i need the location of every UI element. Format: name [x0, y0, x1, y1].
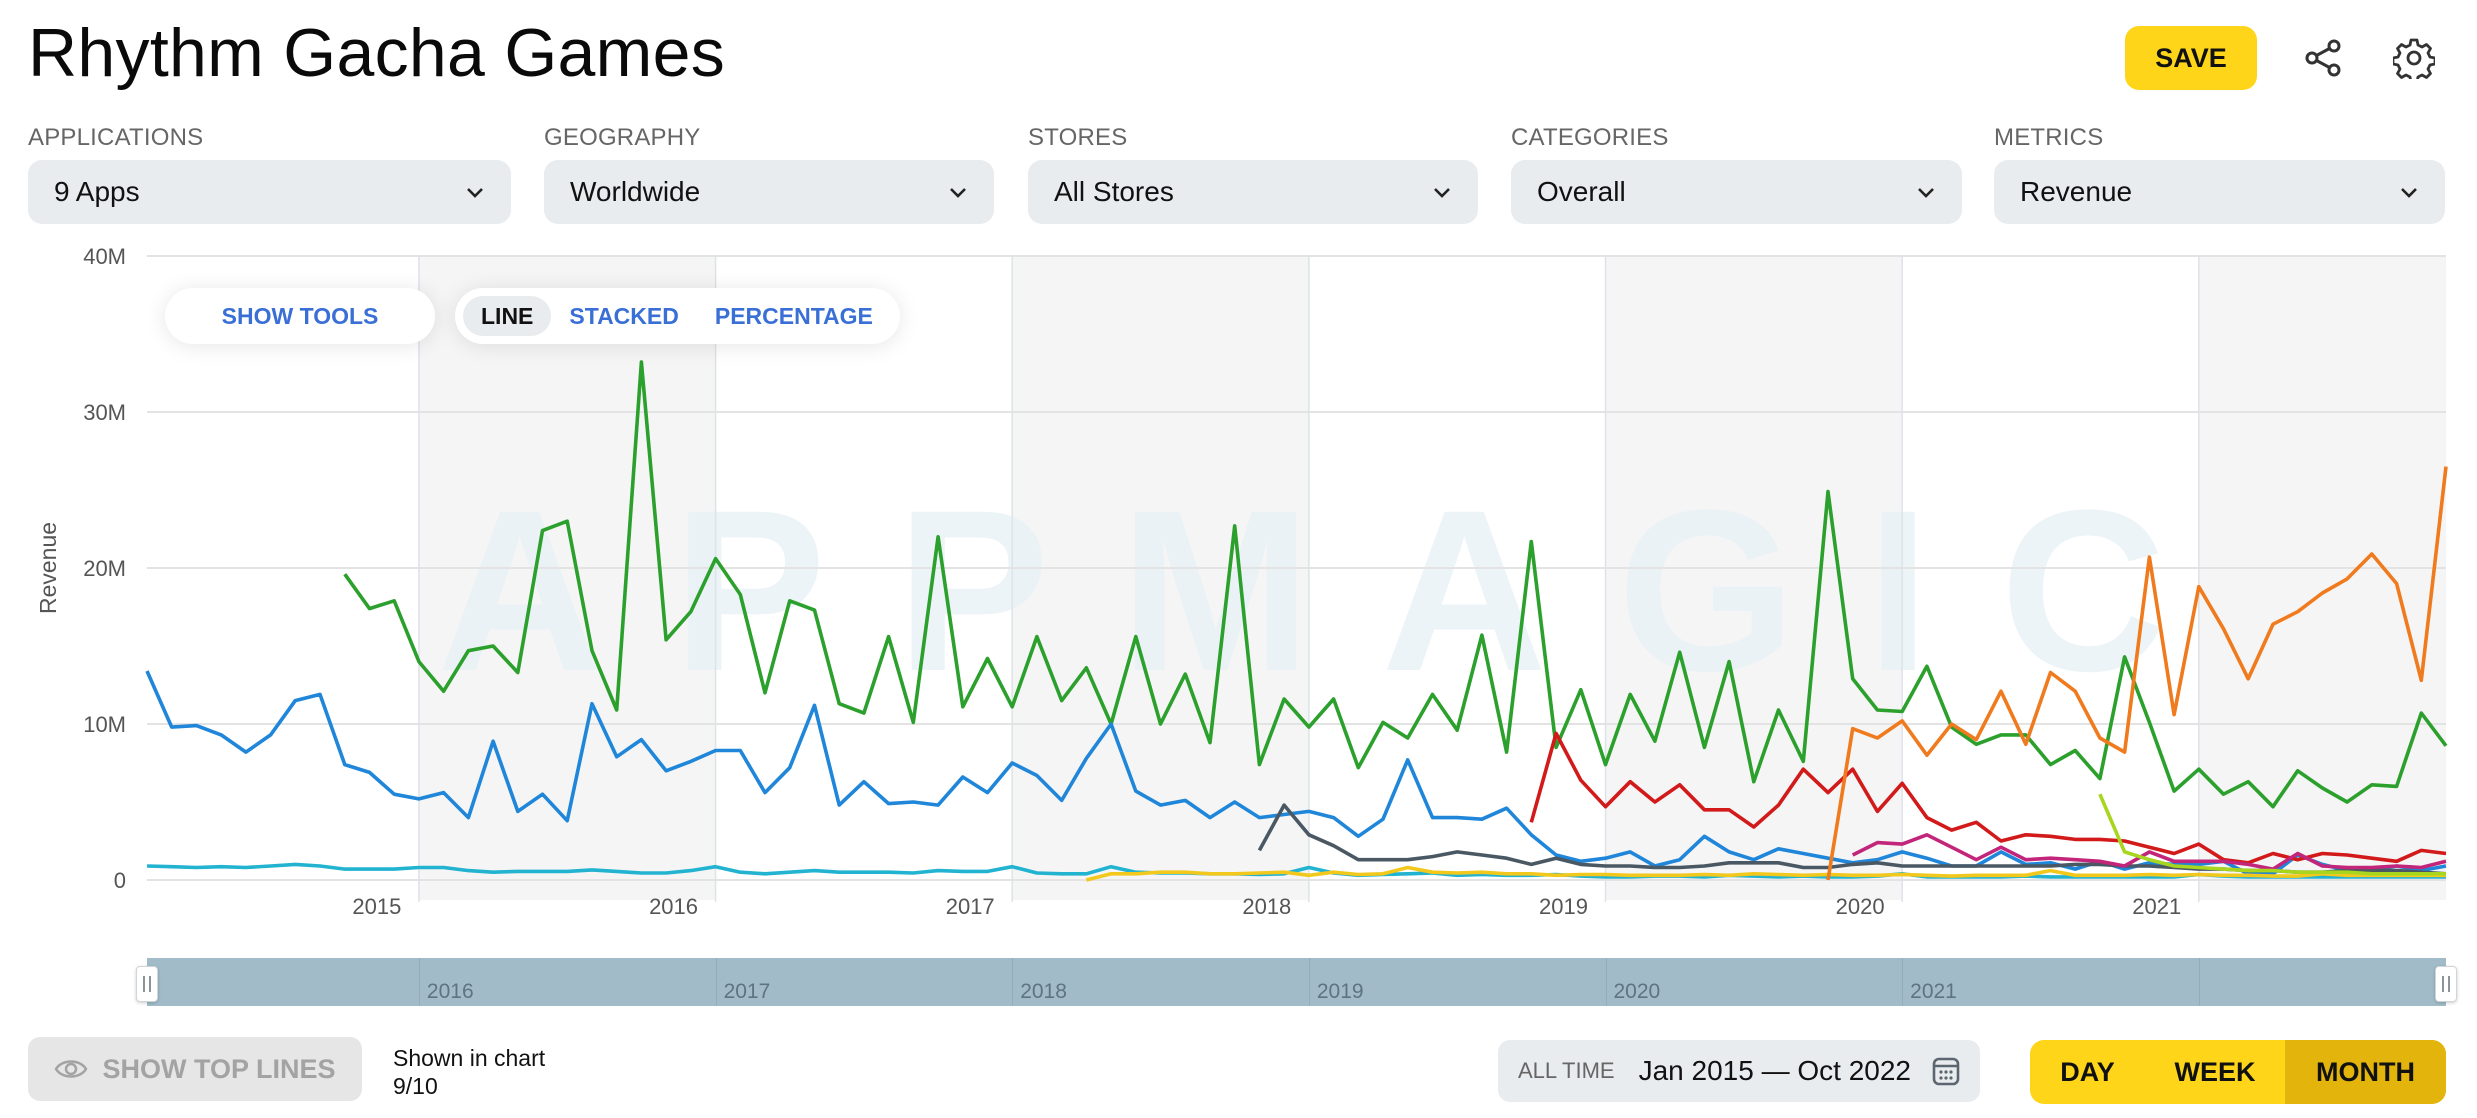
settings-button[interactable]	[2388, 32, 2440, 84]
filter-stores: STORES All Stores	[1028, 124, 1478, 224]
shown-in-chart-label: Shown in chart	[393, 1045, 546, 1071]
gear-icon	[2393, 38, 2435, 79]
period-toggle: DAY WEEK MONTH	[2030, 1040, 2446, 1104]
save-button[interactable]: SAVE	[2125, 26, 2257, 90]
categories-dropdown[interactable]: Overall	[1511, 160, 1962, 224]
x-tick-label: 2015	[352, 894, 401, 919]
filter-label: APPLICATIONS	[28, 124, 204, 151]
show-tools-button[interactable]: SHOW TOOLS	[204, 296, 397, 336]
page-title: Rhythm Gacha Games	[28, 15, 725, 91]
period-week-button[interactable]: WEEK	[2145, 1040, 2285, 1104]
y-tick-label: 30M	[83, 400, 126, 425]
x-tick-label: 2019	[1539, 894, 1588, 919]
y-tick-label: 0	[114, 868, 126, 893]
geography-dropdown[interactable]: Worldwide	[544, 160, 994, 224]
dropdown-value: 9 Apps	[54, 176, 140, 207]
navigator-gridline	[2198, 958, 2200, 1006]
navigator-gridline	[1012, 958, 1014, 1006]
navigator-year-label: 2017	[723, 980, 771, 1003]
chevron-down-icon	[1918, 188, 1934, 198]
mode-stacked-button[interactable]: STACKED	[551, 296, 696, 336]
show-tools-pill: SHOW TOOLS	[165, 288, 435, 344]
dropdown-value: Overall	[1537, 176, 1626, 207]
navigator-year-label: 2016	[426, 980, 474, 1003]
x-tick-label: 2017	[946, 894, 995, 919]
date-range-value: Jan 2015 — Oct 2022	[1638, 1055, 1911, 1086]
metrics-dropdown[interactable]: Revenue	[1994, 160, 2445, 224]
navigator-gridline	[1308, 958, 1310, 1006]
chevron-down-icon	[467, 188, 483, 198]
eye-icon	[55, 1060, 88, 1078]
stores-dropdown[interactable]: All Stores	[1028, 160, 1478, 224]
navigator-gridline	[418, 958, 420, 1006]
watermark: APPMAGIC	[437, 462, 2237, 719]
filter-geography: GEOGRAPHY Worldwide	[544, 124, 994, 224]
navigator-gridline	[1605, 958, 1607, 1006]
dropdown-value: Worldwide	[570, 176, 701, 207]
chart-mode-toggle: LINE STACKED PERCENTAGE	[455, 288, 900, 344]
navigator-year-label: 2021	[1910, 980, 1957, 1003]
navigator-left-handle[interactable]	[136, 966, 158, 1002]
filter-applications: APPLICATIONS 9 Apps	[28, 124, 511, 224]
show-top-lines-button[interactable]: SHOW TOP LINES	[28, 1037, 362, 1101]
date-range-preset: ALL TIME	[1518, 1058, 1615, 1083]
x-tick-label: 2021	[2132, 894, 2181, 919]
share-button[interactable]	[2297, 32, 2349, 84]
chevron-down-icon	[950, 188, 966, 198]
navigator-gridline	[715, 958, 717, 1006]
filter-label: GEOGRAPHY	[544, 124, 701, 151]
period-day-button[interactable]: DAY	[2030, 1040, 2145, 1104]
date-range-picker[interactable]: ALL TIME Jan 2015 — Oct 2022	[1498, 1040, 1980, 1102]
chevron-down-icon	[1434, 188, 1450, 198]
x-tick-label: 2020	[1836, 894, 1885, 919]
filter-metrics: METRICS Revenue	[1994, 124, 2445, 224]
navigator-right-handle[interactable]	[2435, 966, 2457, 1002]
mode-percentage-button[interactable]: PERCENTAGE	[697, 296, 891, 336]
applications-dropdown[interactable]: 9 Apps	[28, 160, 511, 224]
show-top-lines-label: SHOW TOP LINES	[102, 1053, 336, 1084]
period-month-button[interactable]: MONTH	[2285, 1040, 2446, 1104]
navigator-gridline	[1902, 958, 1904, 1006]
filter-categories: CATEGORIES Overall	[1511, 124, 1962, 224]
dropdown-value: Revenue	[2020, 176, 2133, 207]
shown-in-chart: Shown in chart 9/10	[393, 1044, 545, 1100]
navigator-year-label: 2020	[1613, 980, 1661, 1003]
navigator-year-label: 2019	[1316, 980, 1364, 1003]
y-tick-label: 10M	[83, 712, 126, 737]
dropdown-value: All Stores	[1054, 176, 1174, 207]
calendar-icon	[1932, 1057, 1960, 1086]
filter-label: CATEGORIES	[1511, 124, 1669, 151]
filter-label: METRICS	[1994, 124, 2104, 151]
filter-label: STORES	[1028, 124, 1128, 151]
y-tick-label: 40M	[83, 244, 126, 269]
x-tick-label: 2018	[1242, 894, 1291, 919]
mode-line-button[interactable]: LINE	[463, 296, 552, 336]
shown-in-chart-count: 9/10	[393, 1073, 438, 1099]
y-axis-label: Revenue	[35, 522, 61, 614]
range-navigator[interactable]	[147, 958, 2446, 1006]
navigator-year-label: 2018	[1020, 980, 1067, 1003]
chevron-down-icon	[2401, 188, 2417, 198]
x-tick-label: 2016	[649, 894, 698, 919]
share-icon	[2305, 39, 2341, 77]
y-tick-label: 20M	[83, 556, 126, 581]
